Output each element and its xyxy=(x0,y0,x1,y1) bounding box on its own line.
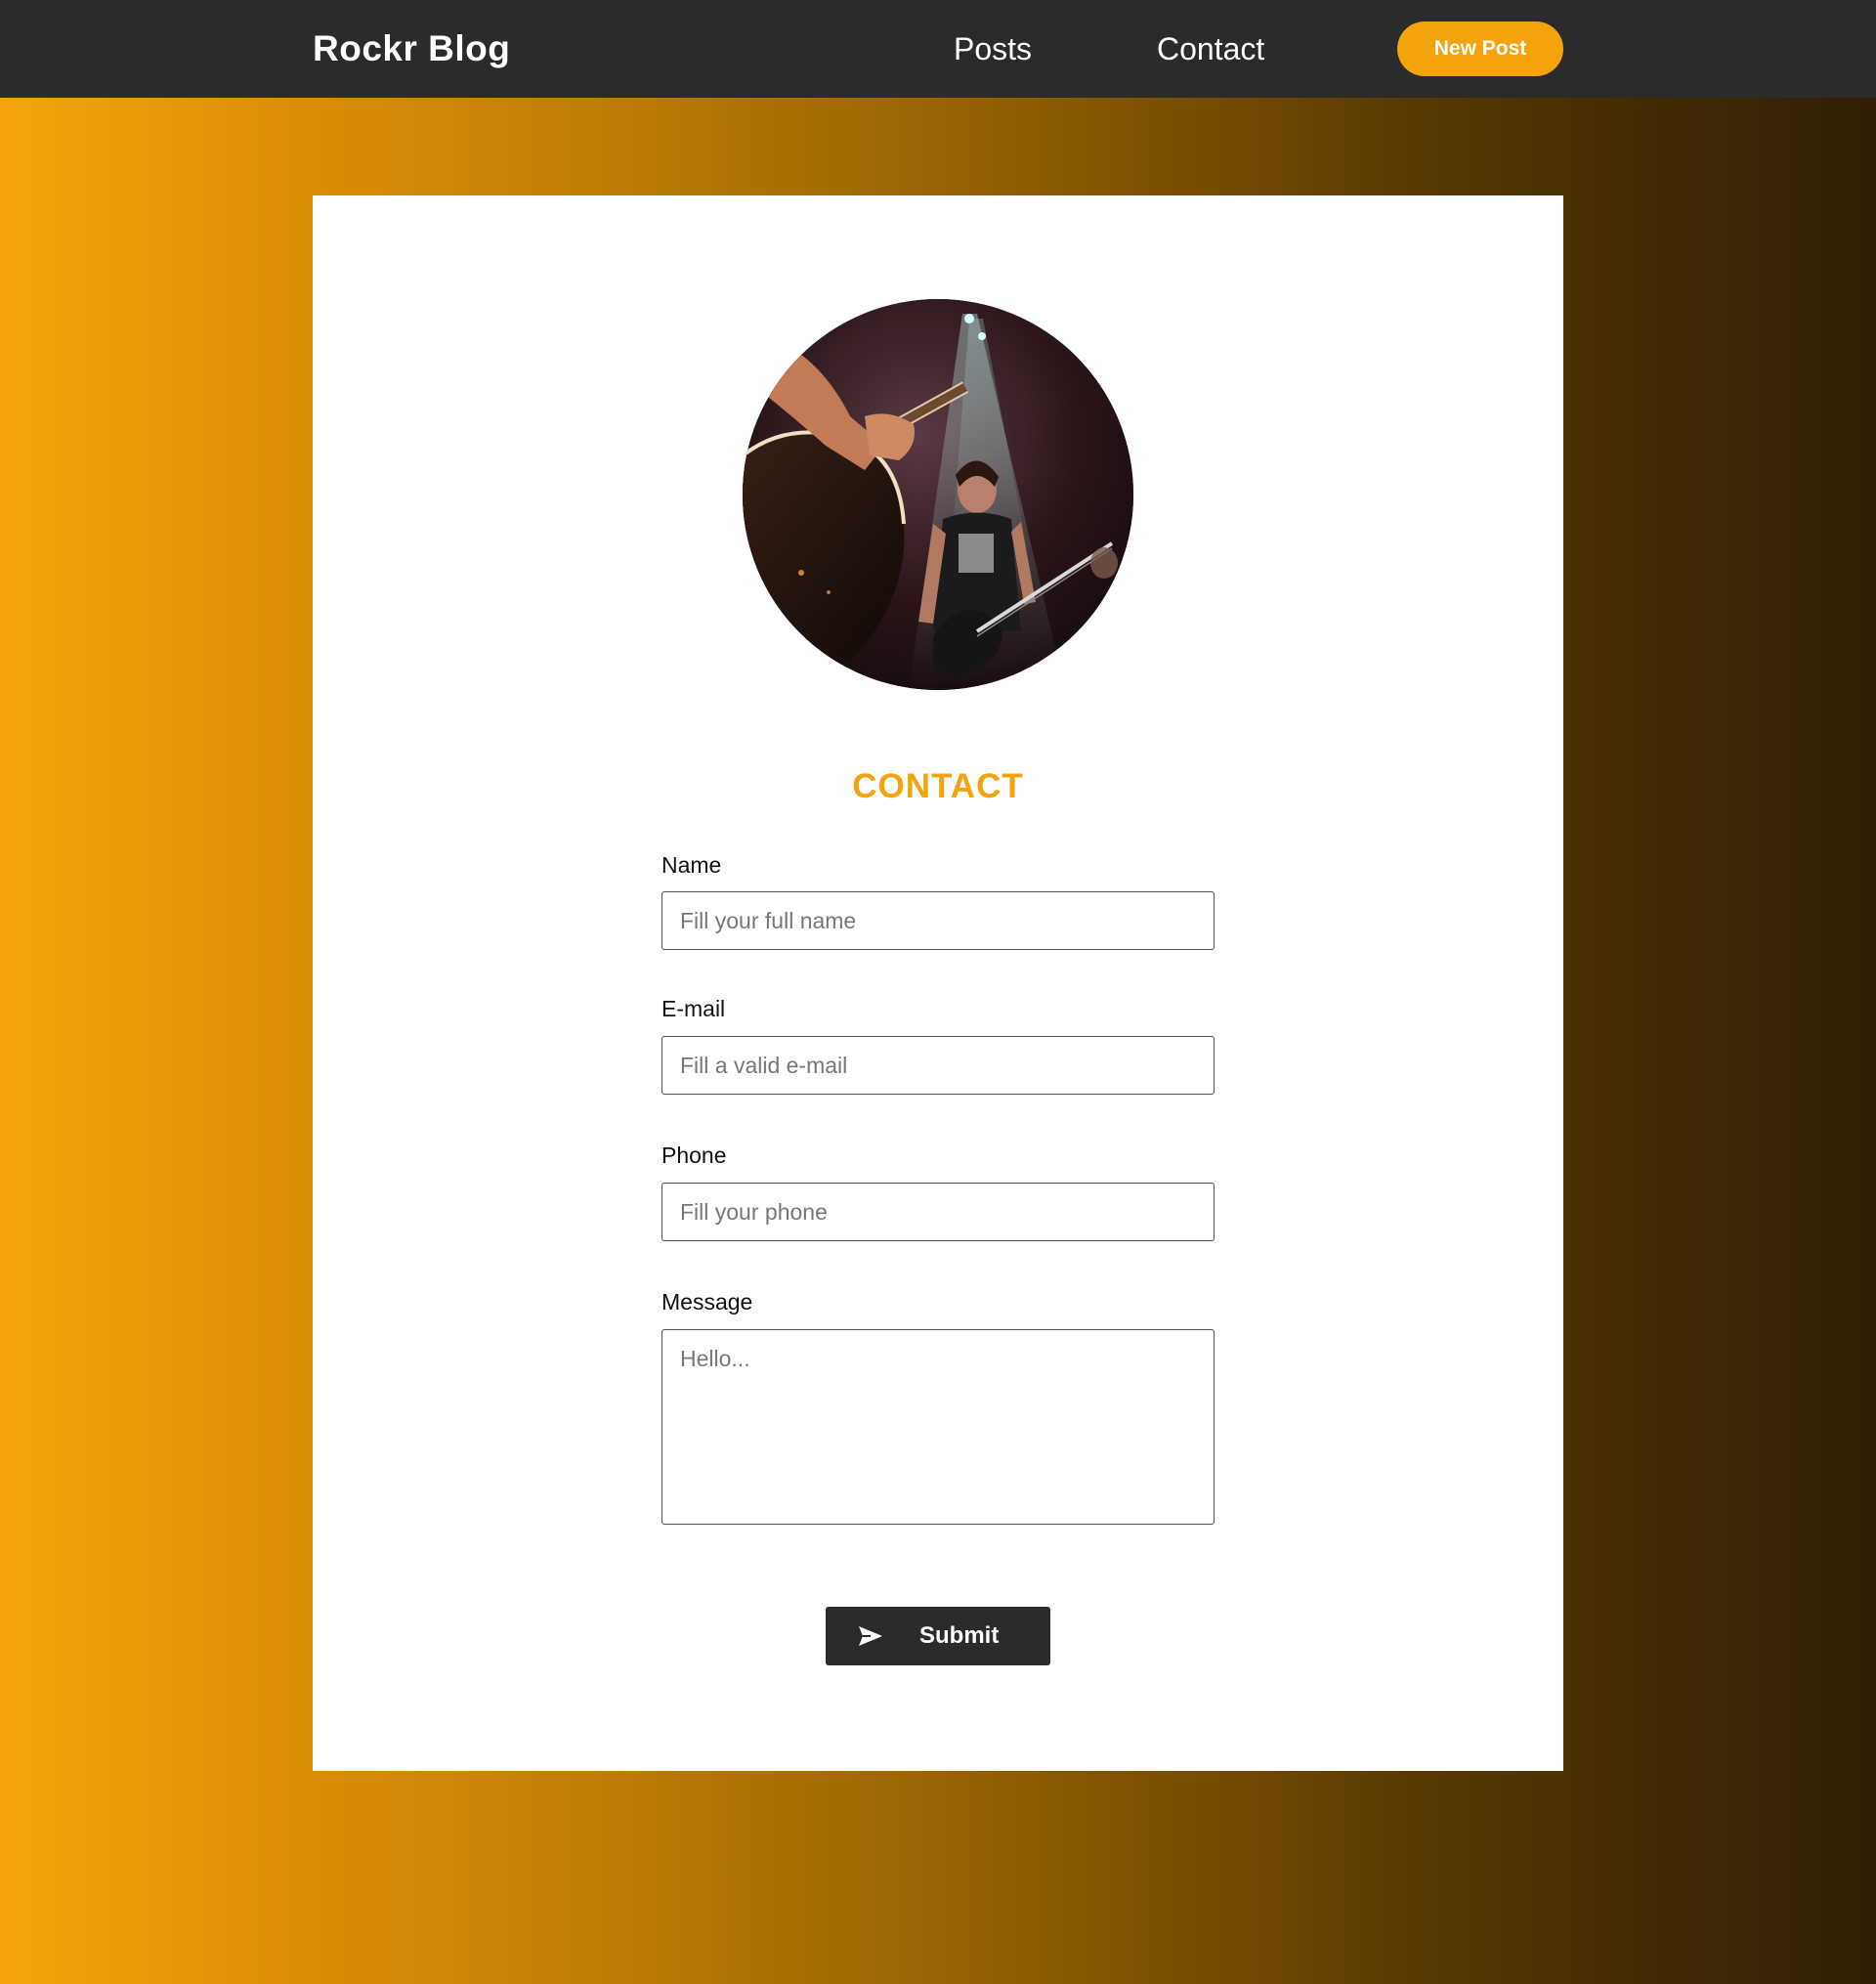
nav-link-contact[interactable]: Contact xyxy=(1157,25,1264,72)
concert-photo-icon xyxy=(743,299,1133,690)
name-label: Name xyxy=(661,852,722,878)
email-label: E-mail xyxy=(661,996,726,1021)
page-title: CONTACT xyxy=(852,767,1024,805)
message-textarea[interactable] xyxy=(661,1329,1215,1525)
phone-label: Phone xyxy=(661,1143,727,1168)
brand-logo-text[interactable]: Rockr Blog xyxy=(313,25,510,72)
email-input[interactable] xyxy=(661,1036,1215,1095)
nav-link-posts[interactable]: Posts xyxy=(954,25,1032,72)
contact-card: CONTACT Name E-mail Phone Message Submit xyxy=(313,195,1563,1771)
message-label: Message xyxy=(661,1289,753,1315)
phone-input[interactable] xyxy=(661,1183,1215,1241)
concert-photo-avatar xyxy=(743,299,1133,690)
name-input[interactable] xyxy=(661,891,1215,950)
new-post-button[interactable]: New Post xyxy=(1397,22,1563,76)
submit-button[interactable]: Submit xyxy=(826,1607,1050,1665)
send-icon xyxy=(859,1626,882,1646)
submit-label: Submit xyxy=(919,1622,1000,1649)
top-navbar: Rockr Blog Posts Contact New Post xyxy=(0,0,1876,98)
